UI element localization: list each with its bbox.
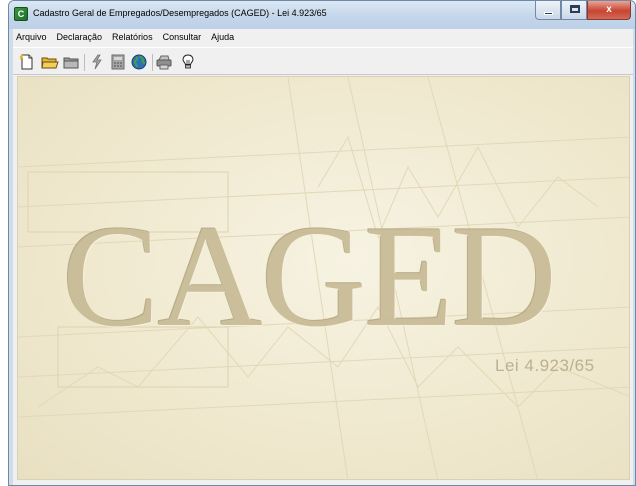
- toolbar-separator: [84, 54, 85, 71]
- close-icon: x: [606, 4, 612, 15]
- toolbar-separator: [152, 54, 153, 71]
- menu-consultar[interactable]: Consultar: [159, 29, 208, 46]
- calculator-button[interactable]: [110, 54, 126, 70]
- lightning-icon: [92, 54, 102, 70]
- splash-background: CAGED Lei 4.923/65: [17, 76, 630, 480]
- calculator-icon: [111, 54, 125, 70]
- title-bar[interactable]: C Cadastro Geral de Empregados/Desempreg…: [9, 1, 635, 29]
- new-document-icon: [19, 54, 33, 70]
- menu-relatorios[interactable]: Relatórios: [108, 29, 159, 46]
- law-number-text: Lei 4.923/65: [495, 356, 595, 375]
- menu-ajuda[interactable]: Ajuda: [207, 29, 240, 46]
- printer-icon: [156, 55, 172, 70]
- window-title: Cadastro Geral de Empregados/Desempregad…: [33, 8, 327, 18]
- window-controls: x: [535, 1, 631, 20]
- menu-declaracao[interactable]: Declaração: [53, 29, 109, 46]
- maximize-icon: [570, 5, 580, 13]
- globe-icon: [131, 54, 147, 70]
- menu-arquivo[interactable]: Arquivo: [13, 29, 53, 46]
- print-button[interactable]: [156, 54, 172, 70]
- open-folder-icon: [41, 57, 59, 69]
- menu-bar: Arquivo Declaração Relatórios Consultar …: [13, 29, 633, 46]
- help-button[interactable]: [180, 54, 196, 70]
- minimize-button[interactable]: [535, 1, 561, 20]
- internet-button[interactable]: [131, 54, 147, 70]
- minimize-icon: [544, 12, 553, 15]
- caged-app-icon[interactable]: C: [14, 7, 28, 21]
- client-area: Arquivo Declaração Relatórios Consultar …: [13, 29, 633, 485]
- open-folder-button[interactable]: [41, 54, 59, 70]
- new-document-button[interactable]: [19, 54, 35, 70]
- folder-button[interactable]: [63, 54, 79, 70]
- transmit-button[interactable]: [89, 54, 105, 70]
- closed-folder-icon: [63, 57, 79, 69]
- lightbulb-icon: [182, 54, 194, 69]
- app-window: C Cadastro Geral de Empregados/Desempreg…: [8, 0, 636, 486]
- close-button[interactable]: x: [587, 1, 631, 20]
- caged-logo-text: CAGED: [62, 195, 557, 357]
- status-bar: [13, 480, 633, 485]
- maximize-button[interactable]: [561, 1, 587, 20]
- toolbar: [13, 47, 633, 75]
